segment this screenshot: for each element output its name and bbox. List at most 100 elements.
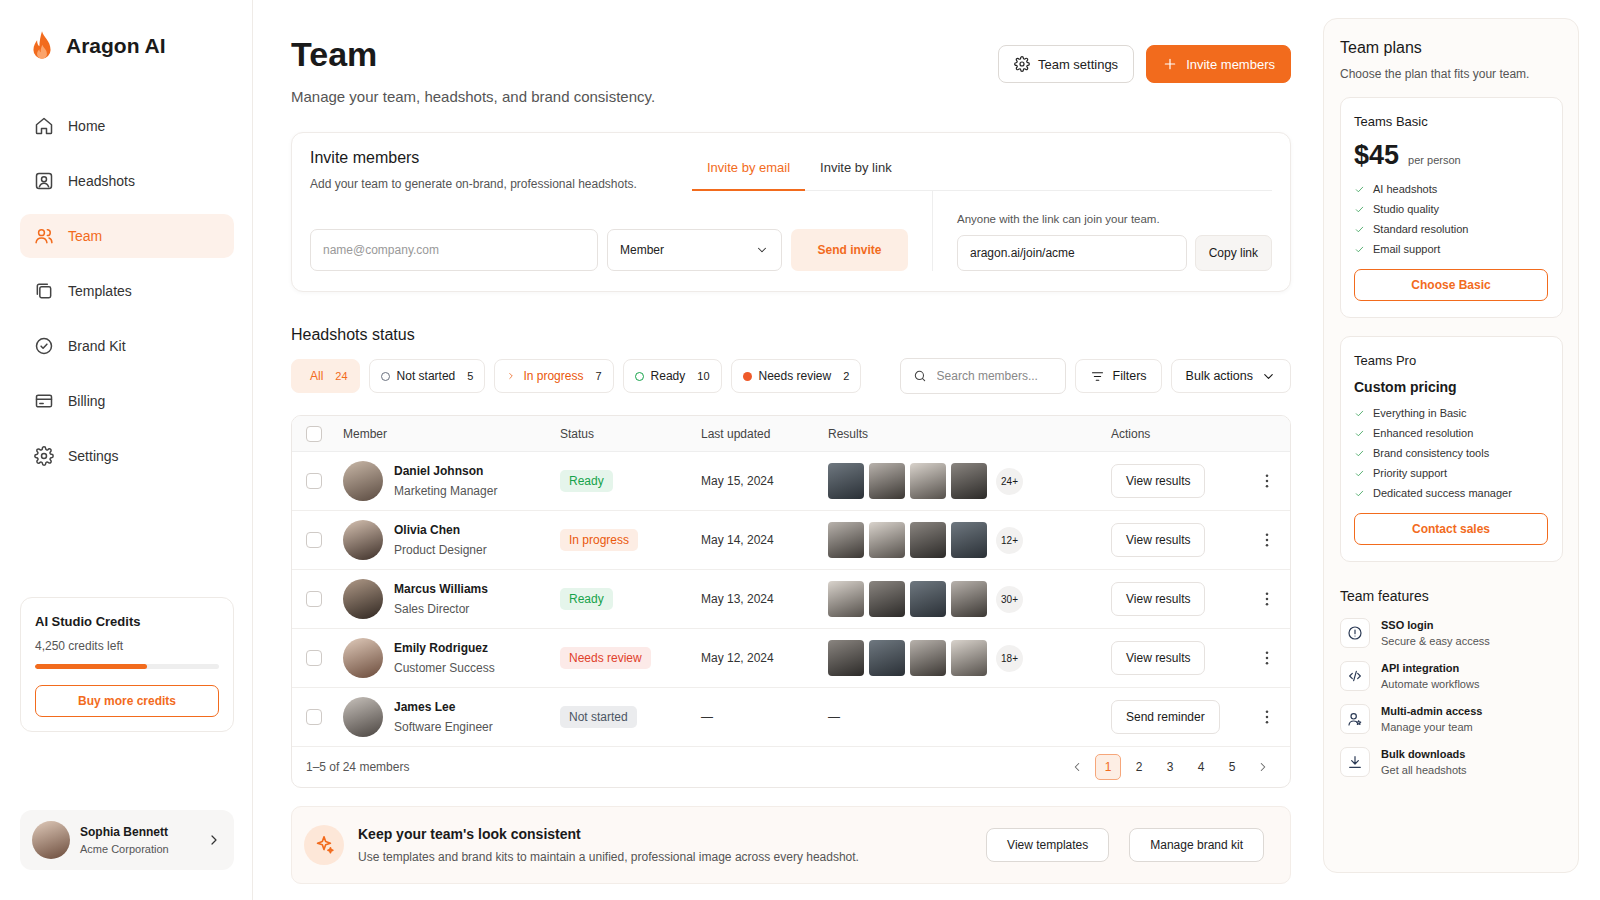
sidebar-item[interactable]: Settings xyxy=(20,434,234,478)
invite-members-button[interactable]: Invite members xyxy=(1146,45,1291,83)
status-chip-label[interactable]: All xyxy=(310,369,323,383)
filters-button[interactable]: Filters xyxy=(1075,359,1162,393)
actions-cell: View results xyxy=(1111,523,1290,557)
team-settings-label[interactable]: Team settings xyxy=(1038,57,1118,72)
page-button[interactable]: 3 xyxy=(1157,754,1183,780)
sidebar-item[interactable]: Home xyxy=(20,104,234,148)
plan-feature: AI headshots xyxy=(1354,183,1548,195)
status-chip[interactable]: In progress 7 xyxy=(494,359,613,393)
page-button[interactable]: 4 xyxy=(1188,754,1214,780)
row-action-button[interactable]: View results xyxy=(1111,641,1205,675)
plan-button[interactable]: Choose Basic xyxy=(1354,269,1548,301)
result-thumbnail[interactable] xyxy=(869,463,905,499)
result-thumbnail[interactable] xyxy=(869,640,905,676)
row-action-button[interactable]: Send reminder xyxy=(1111,700,1220,734)
sidebar-item[interactable]: Team xyxy=(20,214,234,258)
buy-credits-button[interactable]: Buy more credits xyxy=(35,685,219,717)
result-thumbnail[interactable] xyxy=(910,522,946,558)
status-chip-label[interactable]: Not started xyxy=(397,369,456,383)
result-thumbnail[interactable] xyxy=(869,522,905,558)
result-thumbnail[interactable] xyxy=(951,463,987,499)
result-thumbnail[interactable] xyxy=(951,581,987,617)
member-info: Daniel JohnsonMarketing Manager xyxy=(394,464,497,498)
result-thumbnail[interactable] xyxy=(951,522,987,558)
status-chip-count[interactable]: 5 xyxy=(467,370,473,382)
result-thumbnail[interactable] xyxy=(828,581,864,617)
result-thumbnail[interactable] xyxy=(910,463,946,499)
filters-label[interactable]: Filters xyxy=(1113,369,1147,383)
invite-members-label[interactable]: Invite members xyxy=(1186,57,1275,72)
sidebar-item-label[interactable]: Billing xyxy=(68,393,105,409)
invite-tab[interactable]: Invite by link xyxy=(805,152,907,191)
status-chip-label[interactable]: Ready xyxy=(651,369,686,383)
actions-cell: View results xyxy=(1111,582,1290,616)
member-info: James LeeSoftware Engineer xyxy=(394,700,493,734)
plan-feature: Email support xyxy=(1354,243,1548,255)
status-chip[interactable]: Not started 5 xyxy=(369,359,486,393)
sidebar-item-label[interactable]: Brand Kit xyxy=(68,338,126,354)
prev-page-button[interactable] xyxy=(1064,754,1090,780)
invite-tab[interactable]: Invite by email xyxy=(692,152,805,191)
search-box[interactable] xyxy=(900,358,1066,394)
plan-feature-label: Everything in Basic xyxy=(1373,407,1467,419)
sidebar-item[interactable]: Billing xyxy=(20,379,234,423)
banner-button[interactable]: Manage brand kit xyxy=(1129,828,1264,862)
plans-panel: Team plansChoose the plan that fits your… xyxy=(1323,18,1579,873)
status-chip-label[interactable]: In progress xyxy=(523,369,583,383)
send-invite-button[interactable]: Send invite xyxy=(791,229,908,271)
banner-title: Keep your team's look consistent xyxy=(358,826,972,842)
sidebar-item-label[interactable]: Templates xyxy=(68,283,132,299)
sidebar-item-label[interactable]: Team xyxy=(68,228,102,244)
sidebar-item[interactable]: Brand Kit xyxy=(20,324,234,368)
select-all-checkbox[interactable] xyxy=(306,426,322,442)
status-chip-count[interactable]: 2 xyxy=(843,370,849,382)
feature-text: SSO loginSecure & easy access xyxy=(1381,619,1490,647)
row-action-button[interactable]: View results xyxy=(1111,464,1205,498)
sidebar-item-label[interactable]: Home xyxy=(68,118,105,134)
role-select[interactable]: Member xyxy=(607,229,782,271)
result-thumbnail[interactable] xyxy=(828,640,864,676)
row-checkbox[interactable] xyxy=(306,591,322,607)
row-checkbox[interactable] xyxy=(306,473,322,489)
member-role: Customer Success xyxy=(394,661,495,675)
row-checkbox[interactable] xyxy=(306,709,322,725)
sidebar-item[interactable]: Headshots xyxy=(20,159,234,203)
email-input[interactable] xyxy=(310,229,598,271)
page-button[interactable]: 1 xyxy=(1095,754,1121,780)
bulk-actions-button[interactable]: Bulk actions xyxy=(1171,359,1291,393)
status-chip-count[interactable]: 10 xyxy=(697,370,709,382)
row-checkbox[interactable] xyxy=(306,532,322,548)
banner-button[interactable]: View templates xyxy=(986,828,1109,862)
status-chip-label[interactable]: Needs review xyxy=(759,369,832,383)
billing-icon xyxy=(34,391,54,411)
search-input[interactable] xyxy=(935,368,1053,384)
result-thumbnail[interactable] xyxy=(828,522,864,558)
plan-button[interactable]: Contact sales xyxy=(1354,513,1548,545)
result-thumbnail[interactable] xyxy=(828,463,864,499)
copy-link-button[interactable]: Copy link xyxy=(1195,235,1272,271)
next-page-button[interactable] xyxy=(1250,754,1276,780)
result-thumbnail[interactable] xyxy=(910,581,946,617)
status-chip[interactable]: Ready 10 xyxy=(623,359,722,393)
team-settings-button[interactable]: Team settings xyxy=(998,45,1134,83)
row-action-button[interactable]: View results xyxy=(1111,523,1205,557)
row-checkbox[interactable] xyxy=(306,650,322,666)
sidebar-item-label[interactable]: Settings xyxy=(68,448,119,464)
result-thumbnail[interactable] xyxy=(869,581,905,617)
page-button[interactable]: 2 xyxy=(1126,754,1152,780)
sidebar-item[interactable]: Templates xyxy=(20,269,234,313)
status-chip-count[interactable]: 24 xyxy=(335,370,347,382)
role-value[interactable]: Member xyxy=(620,243,664,257)
sidebar-item-label[interactable]: Headshots xyxy=(68,173,135,189)
invite-link-field[interactable]: aragon.ai/join/acme xyxy=(957,235,1187,271)
page-button[interactable]: 5 xyxy=(1219,754,1245,780)
user-card[interactable]: Sophia BennettAcme Corporation xyxy=(20,810,234,870)
status-chip[interactable]: Needs review 2 xyxy=(731,359,862,393)
bulk-actions-label[interactable]: Bulk actions xyxy=(1186,369,1253,383)
feature-item: API integrationAutomate workflows xyxy=(1340,661,1563,691)
result-thumbnail[interactable] xyxy=(951,640,987,676)
result-thumbnail[interactable] xyxy=(910,640,946,676)
status-chip-count[interactable]: 7 xyxy=(595,370,601,382)
row-action-button[interactable]: View results xyxy=(1111,582,1205,616)
status-chip[interactable]: All 24 xyxy=(291,359,360,393)
